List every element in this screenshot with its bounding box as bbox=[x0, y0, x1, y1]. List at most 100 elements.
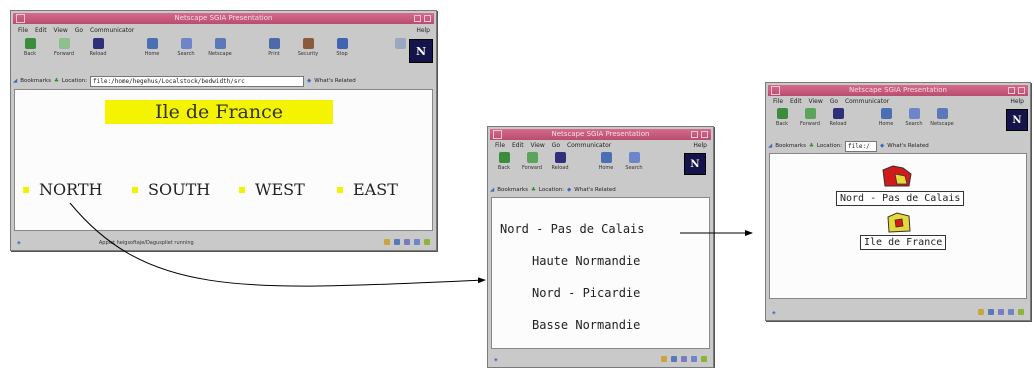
home-button[interactable]: Home bbox=[872, 108, 900, 127]
bookmarks-button[interactable]: Bookmarks bbox=[20, 78, 51, 84]
subregion-link-nord-picardie[interactable]: Nord - Picardie bbox=[532, 286, 640, 300]
security-status-icon[interactable] bbox=[701, 356, 707, 362]
menu-bar: File Edit View Go Communicator Help bbox=[768, 97, 1028, 106]
search-button[interactable]: Search bbox=[620, 152, 648, 171]
home-button[interactable]: Home bbox=[592, 152, 620, 171]
menu-file[interactable]: File bbox=[495, 142, 505, 149]
location-bar: ◢ Bookmarks ♣ Location: file:/ ◆ What's … bbox=[768, 140, 1028, 152]
window-title-bar[interactable]: Netscape SGIA Presentation bbox=[490, 129, 711, 140]
minimize-icon[interactable] bbox=[691, 131, 698, 138]
mail-icon[interactable] bbox=[988, 309, 994, 315]
reload-button[interactable]: Reload bbox=[546, 152, 574, 171]
menu-view[interactable]: View bbox=[809, 98, 823, 105]
menu-edit[interactable]: Edit bbox=[35, 27, 47, 34]
menu-view[interactable]: View bbox=[531, 142, 545, 149]
minimize-icon[interactable] bbox=[1008, 87, 1015, 94]
menu-communicator[interactable]: Communicator bbox=[567, 142, 611, 149]
netscape-button[interactable]: Netscape bbox=[203, 38, 237, 57]
menu-bar: File Edit View Go Communicator Help bbox=[490, 141, 711, 150]
maximize-icon[interactable] bbox=[424, 15, 431, 22]
menu-communicator[interactable]: Communicator bbox=[90, 27, 134, 34]
whats-related-button[interactable]: What's Related bbox=[574, 187, 615, 193]
menu-communicator[interactable]: Communicator bbox=[845, 98, 889, 105]
component-icon[interactable] bbox=[384, 239, 390, 245]
back-button[interactable]: Back bbox=[490, 152, 518, 171]
subregion-link-nord-pas-de-calais[interactable]: Nord - Pas de Calais bbox=[500, 222, 645, 236]
direction-south[interactable]: SOUTH bbox=[132, 180, 210, 199]
whats-related-button[interactable]: What's Related bbox=[887, 143, 928, 149]
direction-north[interactable]: NORTH bbox=[23, 180, 103, 199]
mail-icon[interactable] bbox=[671, 356, 677, 362]
component-icon[interactable] bbox=[661, 356, 667, 362]
window-title-bar[interactable]: Netscape SGIA Presentation bbox=[768, 85, 1028, 96]
security-status-icon[interactable] bbox=[424, 239, 430, 245]
minimize-icon[interactable] bbox=[414, 15, 421, 22]
bookmarks-button[interactable]: Bookmarks bbox=[775, 143, 806, 149]
window-menu-icon[interactable] bbox=[16, 14, 25, 23]
menu-file[interactable]: File bbox=[18, 27, 28, 34]
back-button[interactable]: Back bbox=[768, 108, 796, 127]
location-field[interactable]: file:/ bbox=[845, 140, 878, 152]
reload-button[interactable]: Reload bbox=[81, 38, 115, 57]
reload-icon bbox=[832, 108, 844, 119]
direction-east[interactable]: EAST bbox=[337, 180, 398, 199]
subregion-link-haute-normandie[interactable]: Haute Normandie bbox=[532, 254, 640, 268]
netscape-button[interactable]: Netscape bbox=[928, 108, 956, 127]
bullet-icon bbox=[239, 186, 245, 193]
discussion-icon[interactable] bbox=[998, 309, 1004, 315]
home-icon bbox=[880, 108, 892, 119]
menu-go[interactable]: Go bbox=[830, 98, 838, 105]
map-fragment-nord-pas-de-calais[interactable] bbox=[879, 164, 915, 190]
menu-file[interactable]: File bbox=[773, 98, 783, 105]
search-button[interactable]: Search bbox=[900, 108, 928, 127]
home-icon bbox=[146, 38, 158, 49]
map-fragment-ile-de-france[interactable] bbox=[885, 211, 913, 235]
discussion-icon[interactable] bbox=[681, 356, 687, 362]
component-icon[interactable] bbox=[978, 309, 984, 315]
menu-help[interactable]: Help bbox=[416, 26, 430, 35]
security-button[interactable]: Security bbox=[291, 38, 325, 57]
stop-button[interactable]: Stop bbox=[325, 38, 359, 57]
search-button[interactable]: Search bbox=[169, 38, 203, 57]
whats-related-button[interactable]: What's Related bbox=[314, 78, 355, 84]
location-icon: ♣ bbox=[808, 143, 814, 149]
forward-button[interactable]: Forward bbox=[47, 38, 81, 57]
menu-help[interactable]: Help bbox=[1010, 97, 1024, 106]
composer-icon[interactable] bbox=[1008, 309, 1014, 315]
menu-view[interactable]: View bbox=[54, 27, 68, 34]
reload-button[interactable]: Reload bbox=[824, 108, 852, 127]
back-icon bbox=[24, 38, 36, 49]
menu-edit[interactable]: Edit bbox=[512, 142, 524, 149]
forward-button[interactable]: Forward bbox=[796, 108, 824, 127]
window-title: Netscape SGIA Presentation bbox=[551, 130, 650, 138]
bullet-icon bbox=[132, 186, 138, 193]
bookmark-icon: ◢ bbox=[13, 78, 18, 84]
maximize-icon[interactable] bbox=[1018, 87, 1025, 94]
map-label-nord-pas-de-calais[interactable]: Nord - Pas de Calais bbox=[836, 191, 965, 206]
menu-go[interactable]: Go bbox=[552, 142, 560, 149]
print-button[interactable]: Print bbox=[257, 38, 291, 57]
menu-edit[interactable]: Edit bbox=[790, 98, 802, 105]
home-button[interactable]: Home bbox=[135, 38, 169, 57]
menu-help[interactable]: Help bbox=[693, 141, 707, 150]
back-icon bbox=[776, 108, 788, 119]
bookmarks-button[interactable]: Bookmarks bbox=[497, 187, 528, 193]
composer-icon[interactable] bbox=[414, 239, 420, 245]
security-status-icon[interactable] bbox=[1018, 309, 1024, 315]
forward-icon bbox=[58, 38, 70, 49]
maximize-icon[interactable] bbox=[701, 131, 708, 138]
subregion-link-basse-normandie[interactable]: Basse Normandie bbox=[532, 318, 640, 332]
mail-icon[interactable] bbox=[394, 239, 400, 245]
search-icon bbox=[908, 108, 920, 119]
composer-icon[interactable] bbox=[691, 356, 697, 362]
map-label-ile-de-france[interactable]: Ile de France bbox=[860, 235, 947, 250]
window-menu-icon[interactable] bbox=[493, 130, 502, 139]
location-field[interactable]: file:/home/hegehus/Localstock/bedwidth/s… bbox=[90, 75, 305, 87]
direction-west[interactable]: WEST bbox=[239, 180, 305, 199]
discussion-icon[interactable] bbox=[404, 239, 410, 245]
menu-go[interactable]: Go bbox=[75, 27, 83, 34]
back-button[interactable]: Back bbox=[13, 38, 47, 57]
window-title-bar[interactable]: Netscape SGIA Presentation bbox=[13, 13, 434, 24]
forward-button[interactable]: Forward bbox=[518, 152, 546, 171]
window-menu-icon[interactable] bbox=[771, 86, 780, 95]
